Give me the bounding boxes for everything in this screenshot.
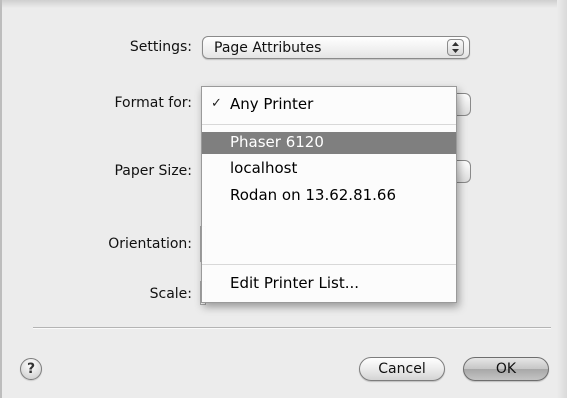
menu-separator [202,124,456,125]
page-setup-dialog: Settings: Page Attributes Format for: Pa… [0,0,567,398]
menu-item-localhost[interactable]: localhost [202,158,456,180]
window-top-edge [0,0,567,8]
scale-label: Scale: [149,286,192,302]
orientation-label: Orientation: [108,236,192,252]
paper-size-popup-edge[interactable] [457,160,471,183]
dialog-separator [33,327,551,329]
menu-item-any-printer[interactable]: ✓ Any Printer [202,94,456,116]
settings-label: Settings: [129,39,192,55]
window-left-edge [0,0,2,398]
menu-separator [202,264,456,265]
window-right-edge [557,0,567,398]
paper-size-label: Paper Size: [114,163,192,179]
format-for-menu: ✓ Any Printer Phaser 6120 localhost Roda… [201,86,457,303]
stepper-arrows-icon [447,39,464,56]
ok-button[interactable]: OK [463,357,549,381]
settings-popup[interactable]: Page Attributes [202,36,470,59]
settings-popup-value: Page Attributes [214,40,322,56]
help-button[interactable]: ? [20,358,42,380]
menu-item-label: Rodan on 13.62.81.66 [230,186,397,204]
menu-item-label: Phaser 6120 [230,133,324,151]
menu-item-phaser-6120[interactable]: Phaser 6120 [202,132,456,154]
format-for-label: Format for: [114,95,192,111]
checkmark-icon: ✓ [211,96,222,111]
menu-item-label: localhost [230,159,298,177]
menu-item-edit-printer-list[interactable]: Edit Printer List... [202,273,456,295]
format-for-popup-edge[interactable] [457,93,471,116]
menu-item-label: Edit Printer List... [230,274,360,292]
menu-item-label: Any Printer [230,95,314,113]
menu-item-rodan[interactable]: Rodan on 13.62.81.66 [202,185,456,207]
cancel-button[interactable]: Cancel [359,357,445,381]
